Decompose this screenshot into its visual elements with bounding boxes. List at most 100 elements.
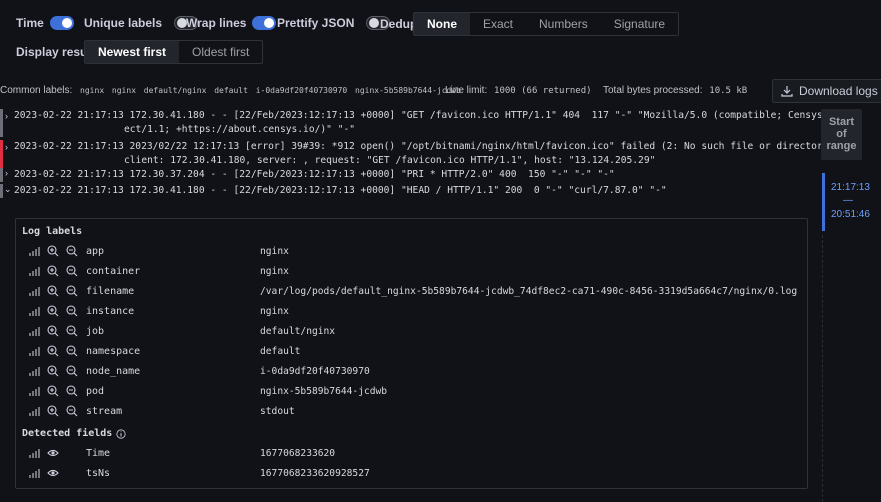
dedup-segmented-control: None Exact Numbers Signature: [413, 12, 680, 36]
log-label-row: app nginx: [16, 241, 807, 261]
eye-icon[interactable]: [47, 447, 59, 459]
chevron-down-icon[interactable]: ⌄: [4, 184, 12, 195]
detected-fields-heading: Detected fields: [22, 428, 126, 439]
range-timeline-bar: [822, 173, 825, 231]
log-level-bar: [0, 109, 3, 137]
log-label-row: instance nginx: [16, 301, 807, 321]
bytes-processed-value: 10.5 kB: [709, 86, 748, 96]
common-label-tag: i-0da9df20f40730970: [255, 86, 348, 95]
log-line-text-wrap: ect/1.1; +https://about.censys.io/)" "-": [124, 124, 356, 135]
chevron-right-icon[interactable]: ›: [5, 168, 8, 178]
chevron-right-icon[interactable]: ›: [5, 142, 8, 152]
zoom-in-icon[interactable]: [47, 245, 59, 257]
stats-icon[interactable]: [28, 285, 40, 297]
log-label-row: job default/nginx: [16, 321, 807, 341]
zoom-out-icon[interactable]: [66, 345, 78, 357]
log-line-text: 2023-02-22 21:17:13 2023/02/22 12:17:13 …: [14, 141, 840, 152]
zoom-out-icon[interactable]: [66, 285, 78, 297]
dedup-none[interactable]: None: [414, 13, 470, 35]
stats-icon[interactable]: [28, 325, 40, 337]
log-level-bar: [0, 168, 3, 182]
start-of-range-line: Start: [828, 116, 855, 128]
log-details-panel: Log labels app nginx container nginx fil…: [15, 218, 808, 489]
detected-field-row: tsNs 1677068233620928527: [16, 463, 807, 483]
label-value: default/nginx: [260, 325, 336, 337]
field-key: tsNs: [86, 467, 111, 479]
dedup-signature[interactable]: Signature: [601, 13, 678, 35]
time-label: Time: [16, 16, 44, 30]
order-newest-first[interactable]: Newest first: [85, 41, 180, 63]
download-logs-label: Download logs: [799, 84, 878, 98]
common-label-tag: nginx: [111, 86, 137, 95]
stats-icon[interactable]: [28, 447, 40, 459]
zoom-out-icon[interactable]: [66, 265, 78, 277]
log-line-text: 2023-02-22 21:17:13 172.30.41.180 - - [2…: [14, 110, 846, 121]
unique-labels-option: Unique labels: [84, 16, 199, 30]
dedup-label: Dedup: [380, 17, 418, 31]
log-row[interactable]: › 2023-02-22 21:17:13 172.30.41.180 - - …: [0, 109, 846, 137]
line-limit-label: Line limit:: [445, 85, 488, 96]
range-time-bottom[interactable]: 20:51:46: [831, 209, 870, 220]
time-toggle[interactable]: [49, 16, 74, 30]
stats-icon[interactable]: [28, 385, 40, 397]
common-labels: Common labels: nginx nginx default/nginx…: [0, 85, 466, 96]
range-time-dash: —: [843, 195, 853, 206]
row-actions: [28, 325, 78, 337]
label-key: node_name: [86, 365, 141, 377]
zoom-in-icon[interactable]: [47, 265, 59, 277]
wrap-lines-toggle[interactable]: [252, 16, 277, 30]
detected-fields-title: Detected fields: [22, 428, 113, 439]
label-key: pod: [86, 385, 105, 397]
field-value: 1677068233620928527: [260, 467, 370, 479]
log-label-row: pod nginx-5b589b7644-jcdwb: [16, 381, 807, 401]
range-time-top[interactable]: 21:17:13: [831, 182, 870, 193]
stats-icon[interactable]: [28, 345, 40, 357]
row-actions: [28, 345, 78, 357]
zoom-in-icon[interactable]: [47, 365, 59, 377]
eye-icon[interactable]: [47, 467, 59, 479]
prettify-json-option: Prettify JSON: [277, 16, 391, 30]
row-actions: [28, 385, 78, 397]
zoom-out-icon[interactable]: [66, 365, 78, 377]
stats-icon[interactable]: [28, 405, 40, 417]
stats-icon[interactable]: [28, 467, 40, 479]
field-value: 1677068233620: [260, 447, 336, 459]
zoom-out-icon[interactable]: [66, 245, 78, 257]
stats-icon[interactable]: [28, 365, 40, 377]
stats-icon[interactable]: [28, 245, 40, 257]
stats-icon[interactable]: [28, 265, 40, 277]
stats-icon[interactable]: [28, 305, 40, 317]
zoom-out-icon[interactable]: [66, 325, 78, 337]
order-oldest-first[interactable]: Oldest first: [179, 41, 262, 63]
log-label-row: stream stdout: [16, 401, 807, 421]
zoom-in-icon[interactable]: [47, 305, 59, 317]
zoom-in-icon[interactable]: [47, 325, 59, 337]
zoom-in-icon[interactable]: [47, 285, 59, 297]
log-row[interactable]: › 2023-02-22 21:17:13 172.30.37.204 - - …: [0, 168, 815, 182]
info-icon[interactable]: [116, 428, 126, 439]
bytes-processed-label: Total bytes processed:: [603, 85, 703, 96]
zoom-out-icon[interactable]: [66, 305, 78, 317]
dedup-exact[interactable]: Exact: [470, 13, 526, 35]
common-label-tag: nginx: [80, 86, 105, 95]
download-logs-button[interactable]: Download logs: [772, 79, 881, 103]
label-key: job: [86, 325, 105, 337]
row-actions: [28, 467, 59, 479]
label-key: instance: [86, 305, 135, 317]
zoom-out-icon[interactable]: [66, 405, 78, 417]
label-value: default: [260, 345, 301, 357]
zoom-out-icon[interactable]: [66, 385, 78, 397]
zoom-in-icon[interactable]: [47, 405, 59, 417]
dedup-numbers[interactable]: Numbers: [526, 13, 601, 35]
chevron-right-icon[interactable]: ›: [5, 111, 8, 121]
zoom-in-icon[interactable]: [47, 385, 59, 397]
start-of-range-button[interactable]: Start of range: [821, 109, 862, 160]
log-row[interactable]: › 2023-02-22 21:17:13 2023/02/22 12:17:1…: [0, 140, 840, 168]
log-row-expanded[interactable]: ⌄ 2023-02-22 21:17:13 172.30.41.180 - - …: [0, 184, 815, 198]
unique-labels-label: Unique labels: [84, 16, 163, 30]
log-level-bar: [0, 184, 3, 198]
detected-field-row: Time 1677068233620: [16, 443, 807, 463]
order-segmented-control: Newest first Oldest first: [84, 40, 264, 64]
line-limit: Line limit: 1000 (66 returned): [445, 85, 592, 96]
zoom-in-icon[interactable]: [47, 345, 59, 357]
